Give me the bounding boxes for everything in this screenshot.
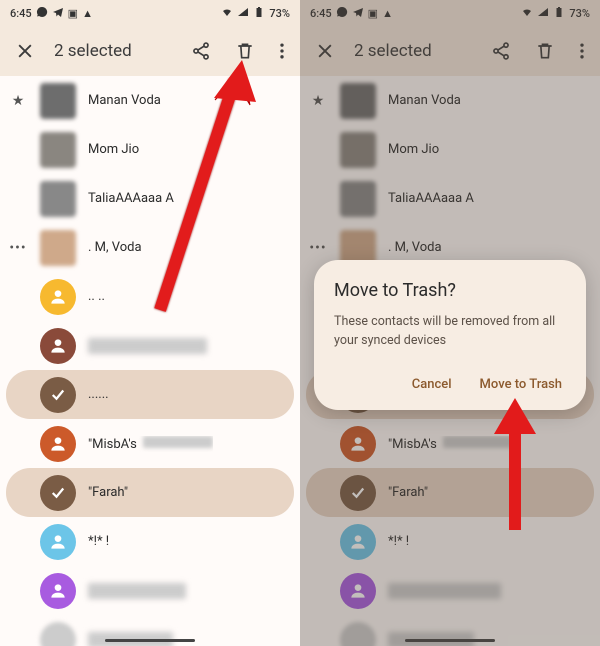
contacts-list[interactable]: ★ Manan Voda Mom Jio TaliaAAAaaa A ••• . M, V… bbox=[0, 76, 300, 646]
screen-right: 6:45 ▣ ▲ 73% 2 selected ★Manan VodaMom J… bbox=[300, 0, 600, 646]
contact-row[interactable]: "MisbA's bbox=[0, 419, 300, 468]
contact-name: . M, Voda bbox=[88, 240, 142, 255]
confirm-button[interactable]: Move to Trash bbox=[476, 369, 566, 400]
contact-avatar bbox=[40, 328, 76, 364]
contact-name bbox=[88, 583, 186, 599]
contact-avatar bbox=[40, 279, 76, 315]
wifi-icon bbox=[221, 6, 233, 21]
contact-row[interactable]: Mom Jio bbox=[0, 125, 300, 174]
contact-row[interactable]: TaliaAAAaaa A bbox=[0, 174, 300, 223]
delete-button[interactable] bbox=[226, 32, 264, 70]
whatsapp-icon bbox=[36, 6, 48, 21]
share-button[interactable] bbox=[182, 32, 220, 70]
contact-avatar bbox=[40, 524, 76, 560]
cancel-button[interactable]: Cancel bbox=[408, 369, 456, 400]
contact-name: "MisbA's bbox=[88, 436, 213, 452]
contact-row[interactable]: *!* ! bbox=[0, 517, 300, 566]
telegram-icon bbox=[52, 6, 64, 21]
notif-icon: ▣ bbox=[68, 7, 78, 20]
overflow-button[interactable] bbox=[270, 32, 294, 70]
contact-avatar bbox=[40, 573, 76, 609]
contact-row[interactable]: .. .. bbox=[0, 272, 300, 321]
contact-avatar bbox=[40, 426, 76, 462]
contact-avatar bbox=[40, 83, 76, 119]
battery-text: 73% bbox=[269, 7, 290, 20]
screen-left: 6:45 ▣ ▲ 73% 2 selected bbox=[0, 0, 300, 646]
contact-row[interactable]: "Farah" bbox=[6, 468, 294, 517]
star-icon: ★ bbox=[8, 93, 28, 109]
contact-name: Manan Voda bbox=[88, 93, 161, 108]
dialog-title: Move to Trash? bbox=[334, 280, 566, 301]
contact-row[interactable] bbox=[0, 321, 300, 370]
close-button[interactable] bbox=[6, 32, 44, 70]
battery-icon bbox=[253, 6, 265, 21]
contact-avatar bbox=[40, 230, 76, 266]
notif-icon-2: ▲ bbox=[82, 7, 93, 20]
selected-check-icon bbox=[40, 475, 76, 511]
contact-name: *!* ! bbox=[88, 534, 109, 549]
contact-name: "Farah" bbox=[88, 485, 128, 500]
gesture-bar[interactable] bbox=[105, 639, 195, 642]
status-bar: 6:45 ▣ ▲ 73% bbox=[0, 0, 300, 26]
appbar-title: 2 selected bbox=[50, 41, 176, 61]
contact-avatar bbox=[40, 132, 76, 168]
contact-name: TaliaAAAaaa A bbox=[88, 191, 174, 206]
dialog-body: These contacts will be removed from all … bbox=[334, 313, 566, 351]
contact-row[interactable]: ...... bbox=[6, 370, 294, 419]
app-bar: 2 selected bbox=[0, 26, 300, 76]
contact-row[interactable]: ••• . M, Voda bbox=[0, 223, 300, 272]
contact-name: ...... bbox=[88, 387, 109, 402]
contact-row[interactable] bbox=[0, 566, 300, 615]
contact-name: .. .. bbox=[88, 289, 105, 304]
more-icon: ••• bbox=[8, 240, 28, 256]
contact-name: Mom Jio bbox=[88, 142, 139, 157]
contact-avatar bbox=[40, 622, 76, 646]
selected-check-icon bbox=[40, 377, 76, 413]
signal-icon bbox=[237, 6, 249, 21]
contact-avatar bbox=[40, 181, 76, 217]
status-time: 6:45 bbox=[10, 7, 32, 20]
contact-name bbox=[88, 338, 207, 354]
dialog-actions: Cancel Move to Trash bbox=[334, 369, 566, 400]
move-to-trash-dialog: Move to Trash? These contacts will be re… bbox=[314, 260, 586, 410]
contact-row[interactable]: ★ Manan Voda bbox=[0, 76, 300, 125]
